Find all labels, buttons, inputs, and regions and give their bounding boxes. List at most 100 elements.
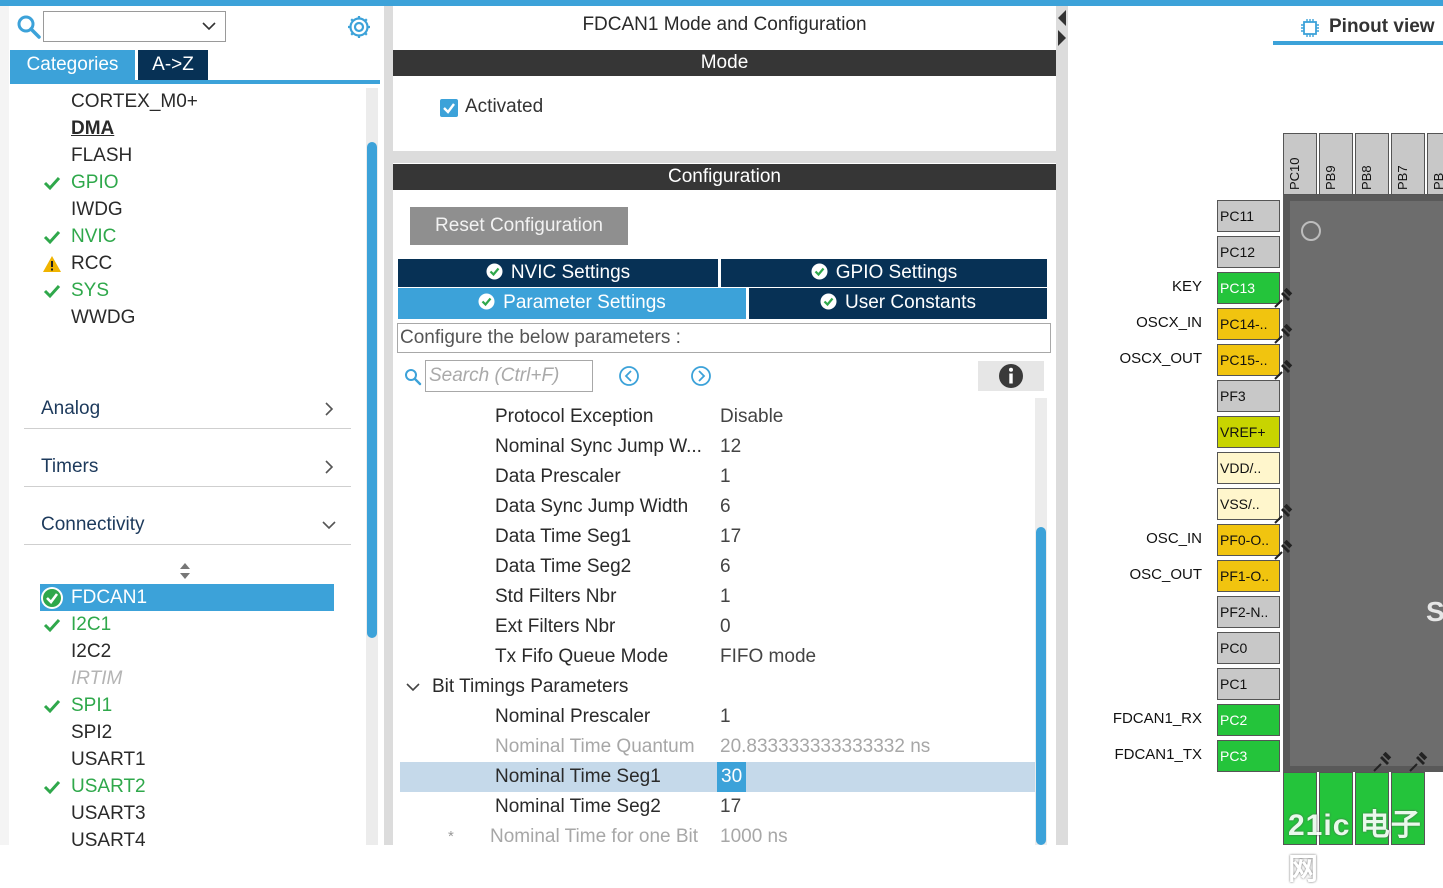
list-item[interactable]: IWDG: [40, 196, 360, 223]
parameter-value[interactable]: 20.833333333333332 ns: [720, 732, 930, 762]
parameter-value[interactable]: 17: [720, 522, 741, 552]
parameter-row[interactable]: Protocol Exception Disable: [400, 402, 1036, 432]
pin-pf2-n[interactable]: PF2-N..: [1217, 596, 1280, 628]
parameter-name: Protocol Exception: [495, 406, 654, 427]
parameter-value[interactable]: 0: [720, 612, 731, 642]
tab-categories[interactable]: Categories: [10, 50, 135, 80]
parameter-row[interactable]: Data Time Seg2 6: [400, 552, 1036, 582]
parameter-row[interactable]: Nominal Prescaler 1: [400, 702, 1036, 732]
tab-user-constants[interactable]: User Constants: [749, 288, 1047, 319]
top-pin[interactable]: PB7: [1391, 133, 1425, 195]
pin-pc2[interactable]: PC2: [1217, 704, 1280, 736]
list-item[interactable]: I2C2: [40, 638, 360, 665]
parameter-row[interactable]: * Nominal Time for one Bit 1000 ns: [400, 822, 1036, 852]
parameter-value[interactable]: 17: [720, 792, 741, 822]
parameter-row[interactable]: Tx Fifo Queue Mode FIFO mode: [400, 642, 1036, 672]
pin-pc13[interactable]: PC13: [1217, 272, 1280, 304]
top-pin[interactable]: PC10: [1283, 133, 1317, 195]
panel-divider[interactable]: [1056, 6, 1068, 845]
list-item[interactable]: SPI1: [40, 692, 360, 719]
pin-pc0[interactable]: PC0: [1217, 632, 1280, 664]
tab-gpio-settings[interactable]: GPIO Settings: [721, 259, 1047, 287]
parameter-value[interactable]: FIFO mode: [720, 642, 816, 672]
parameter-row[interactable]: Nominal Time Seg1 30: [400, 762, 1036, 792]
pin-pf3[interactable]: PF3: [1217, 380, 1280, 412]
pin-pc14[interactable]: PC14-..: [1217, 308, 1280, 340]
left-scrollbar-thumb[interactable]: [367, 142, 377, 638]
parameter-value[interactable]: 1: [720, 582, 731, 612]
list-item[interactable]: IRTIM: [40, 665, 360, 692]
parameter-row[interactable]: Data Time Seg1 17: [400, 522, 1036, 552]
parameter-value[interactable]: 30: [717, 762, 747, 792]
top-pin[interactable]: PB9: [1319, 133, 1353, 195]
pin1-marker: [1301, 221, 1321, 241]
search-dropdown[interactable]: [43, 11, 226, 42]
parameter-value[interactable]: 1000 ns: [720, 822, 788, 852]
list-item[interactable]: RCC: [40, 250, 360, 277]
pin-pf0-o[interactable]: PF0-O..: [1217, 524, 1280, 556]
list-item[interactable]: I2C1: [40, 611, 360, 638]
pin-vss[interactable]: VSS/..: [1217, 488, 1280, 520]
pin-vdd[interactable]: VDD/..: [1217, 452, 1280, 484]
list-item[interactable]: USART2: [40, 773, 360, 800]
list-item[interactable]: USART4: [40, 827, 360, 854]
parameter-value[interactable]: 1: [720, 702, 731, 732]
top-pin[interactable]: PB8: [1355, 133, 1389, 195]
tab-parameter-settings[interactable]: Parameter Settings: [398, 288, 746, 319]
parameter-value[interactable]: 6: [720, 552, 731, 582]
previous-match-icon[interactable]: [618, 365, 640, 387]
parameter-row[interactable]: Nominal Time Seg2 17: [400, 792, 1036, 822]
parameter-row[interactable]: Nominal Time Quantum 20.833333333333332 n…: [400, 732, 1036, 762]
pinout-view-tab[interactable]: Pinout view: [1329, 16, 1435, 38]
pin-pc12[interactable]: PC12: [1217, 236, 1280, 268]
pin-pf1-o[interactable]: PF1-O..: [1217, 560, 1280, 592]
list-item[interactable]: USART1: [40, 746, 360, 773]
pin-pc1[interactable]: PC1: [1217, 668, 1280, 700]
list-item[interactable]: CORTEX_M0+: [40, 88, 360, 115]
list-item[interactable]: SYS: [40, 277, 360, 304]
list-item[interactable]: FLASH: [40, 142, 360, 169]
panel-divider[interactable]: [384, 6, 393, 845]
top-pin[interactable]: PB: [1427, 133, 1443, 195]
pin-pc15[interactable]: PC15-..: [1217, 344, 1280, 376]
sort-icon[interactable]: [178, 562, 192, 580]
info-button[interactable]: [978, 361, 1044, 391]
gear-icon[interactable]: [345, 13, 373, 41]
parameter-row[interactable]: Std Filters Nbr 1: [400, 582, 1036, 612]
list-item[interactable]: NVIC: [40, 223, 360, 250]
parameter-row[interactable]: Data Prescaler 1: [400, 462, 1036, 492]
pin-vref[interactable]: VREF+: [1217, 416, 1280, 448]
parameter-value[interactable]: 1: [720, 462, 731, 492]
tab-a-z[interactable]: A->Z: [138, 50, 208, 80]
parameter-row[interactable]: Data Sync Jump Width 6: [400, 492, 1036, 522]
pin-pc11[interactable]: PC11: [1217, 200, 1280, 232]
category-timers[interactable]: Timers: [24, 447, 351, 487]
parameter-search-input[interactable]: Search (Ctrl+F): [425, 360, 593, 392]
parameter-scrollbar-thumb[interactable]: [1036, 527, 1046, 845]
reset-configuration-button[interactable]: Reset Configuration: [410, 207, 628, 245]
list-item[interactable]: GPIO: [40, 169, 360, 196]
list-item-label: I2C2: [71, 641, 112, 662]
chevron-down-icon[interactable]: [406, 681, 420, 693]
list-item[interactable]: USART3: [40, 800, 360, 827]
list-item-label: USART3: [71, 803, 146, 824]
list-item-label: SPI2: [71, 722, 113, 743]
pin-pc3[interactable]: PC3: [1217, 740, 1280, 772]
parameter-row[interactable]: Ext Filters Nbr 0: [400, 612, 1036, 642]
parameter-value[interactable]: 12: [720, 432, 741, 462]
next-match-icon[interactable]: [690, 365, 712, 387]
list-item[interactable]: FDCAN1: [40, 584, 334, 611]
parameter-row[interactable]: Nominal Sync Jump W... 12: [400, 432, 1036, 462]
category-analog[interactable]: Analog: [24, 389, 351, 429]
list-item[interactable]: DMA: [40, 115, 360, 142]
list-item[interactable]: SPI2: [40, 719, 360, 746]
activated-checkbox[interactable]: [440, 99, 458, 117]
category-connectivity[interactable]: Connectivity: [24, 505, 351, 545]
list-item[interactable]: WWDG: [40, 304, 360, 331]
tab-nvic-settings[interactable]: NVIC Settings: [398, 259, 718, 287]
parameter-group-row[interactable]: Bit Timings Parameters: [400, 672, 1036, 702]
parameter-value[interactable]: Disable: [720, 402, 783, 432]
search-icon[interactable]: [16, 14, 42, 40]
collapse-panel-icon[interactable]: [1057, 8, 1067, 48]
parameter-value[interactable]: 6: [720, 492, 731, 522]
